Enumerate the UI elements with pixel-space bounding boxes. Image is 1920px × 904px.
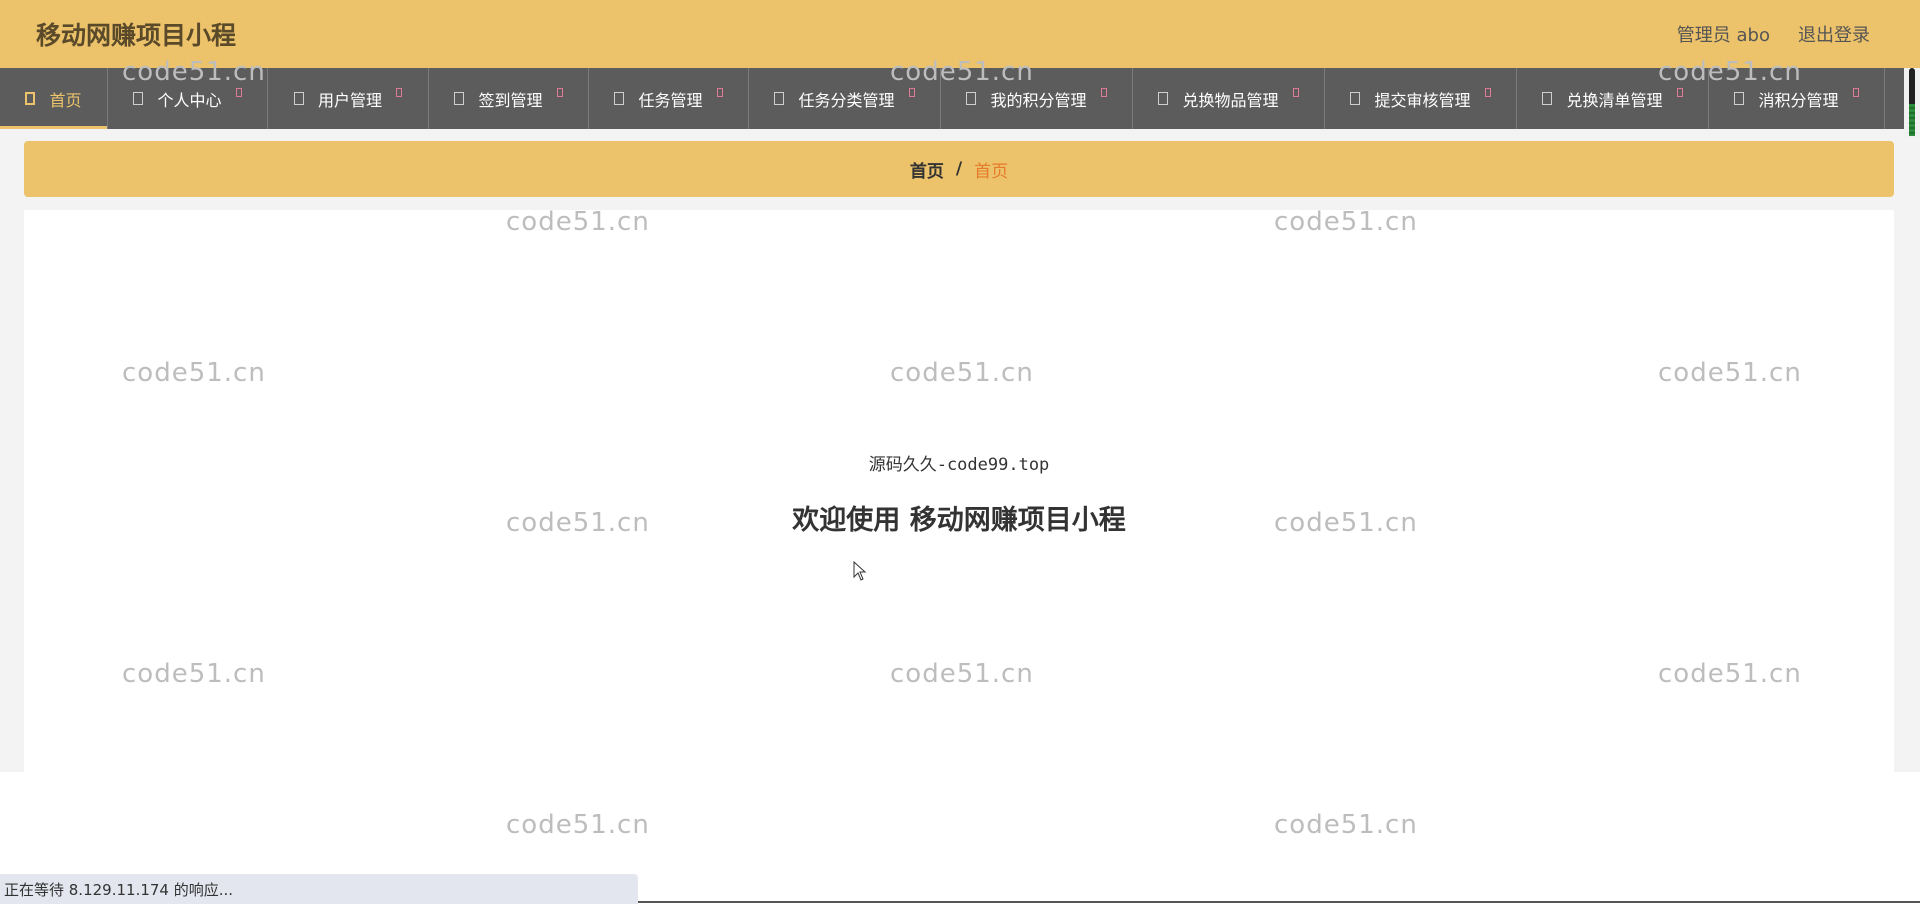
nav-scrollbar[interactable]: [1904, 68, 1920, 138]
welcome-heading: 欢迎使用 移动网赚项目小程: [792, 505, 1126, 536]
nav-item-label: 消积分管理: [1758, 90, 1839, 110]
mouse-cursor-icon: [853, 561, 867, 581]
chevron-down-icon: [1852, 88, 1859, 97]
chevron-down-icon: [396, 88, 402, 97]
nav-item-label: 兑换物品管理: [1182, 90, 1279, 110]
breadcrumb: 首页 / 首页: [24, 141, 1894, 197]
gift-icon: [1158, 92, 1169, 105]
review-icon: [1350, 92, 1361, 105]
nav-item-label: 任务分类管理: [798, 90, 895, 110]
nav-item-my-points-management[interactable]: 我的积分管理: [941, 68, 1133, 129]
chevron-down-icon: [1292, 88, 1299, 97]
nav-item-task-management[interactable]: 任务管理: [589, 68, 749, 129]
nav-item-exchange-list-management[interactable]: 兑换清单管理: [1517, 68, 1709, 129]
nav-item-submit-review-management[interactable]: 提交审核管理: [1325, 68, 1517, 129]
list-icon: [1542, 92, 1553, 105]
nav-item-task-category-management[interactable]: 任务分类管理: [749, 68, 941, 129]
nav-item-exchange-goods-management[interactable]: 兑换物品管理: [1133, 68, 1325, 129]
nav-item-user-management[interactable]: 用户管理: [268, 68, 429, 129]
breadcrumb-current: 首页: [974, 161, 1009, 182]
app-title: 移动网赚项目小程: [36, 21, 237, 50]
home-icon: [25, 92, 36, 105]
nav-item-label: 签到管理: [478, 90, 543, 110]
scrollbar-indicator: [1909, 104, 1915, 136]
chevron-down-icon: [1676, 88, 1683, 97]
chevron-down-icon: [235, 88, 242, 97]
breadcrumb-separator: /: [955, 159, 963, 179]
current-user-label: 管理员 abo: [1676, 25, 1770, 46]
nav-item-points-consume-management[interactable]: 消积分管理: [1709, 68, 1885, 129]
source-subtitle: 源码久久-code99.top: [868, 455, 1050, 475]
nav-item-label: 用户管理: [317, 90, 382, 110]
nav-item-label: 首页: [49, 90, 82, 110]
category-icon: [774, 92, 785, 105]
app-header: 移动网赚项目小程 管理员 abo 退出登录: [0, 0, 1920, 68]
breadcrumb-home[interactable]: 首页: [910, 157, 944, 182]
chevron-down-icon: [556, 88, 563, 97]
nav-item-label: 个人中心: [157, 90, 222, 110]
nav-item-label: 提交审核管理: [1374, 90, 1471, 110]
chevron-down-icon: [1100, 88, 1107, 97]
nav-item-home[interactable]: 首页: [0, 68, 108, 129]
chevron-down-icon: [1484, 88, 1491, 97]
coin-icon: [1734, 92, 1745, 105]
chevron-down-icon: [716, 88, 723, 97]
nav-item-label: 兑换清单管理: [1566, 90, 1663, 110]
nav-item-label: 我的积分管理: [990, 90, 1087, 110]
users-icon: [293, 92, 304, 105]
nav-item-checkin-management[interactable]: 签到管理: [429, 68, 589, 129]
main-content: 源码久久-code99.top 欢迎使用 移动网赚项目小程: [24, 210, 1894, 772]
chevron-down-icon: [908, 88, 915, 97]
task-icon: [614, 92, 625, 105]
user-icon: [133, 92, 144, 105]
nav-item-personal-center[interactable]: 个人中心: [108, 68, 268, 129]
nav-item-label: 任务管理: [638, 90, 703, 110]
logout-link[interactable]: 退出登录: [1798, 21, 1870, 47]
bottom-border: [638, 901, 1920, 903]
calendar-icon: [454, 92, 465, 105]
header-user-area: 管理员 abo 退出登录: [1677, 21, 1870, 47]
browser-status-bar: 正在等待 8.129.11.174 的响应...: [0, 874, 638, 904]
main-nav: 首页 个人中心 用户管理 签到管理 任务管理 任务分类管理 我的积分管理 兑换物…: [0, 68, 1920, 129]
points-icon: [966, 92, 977, 105]
